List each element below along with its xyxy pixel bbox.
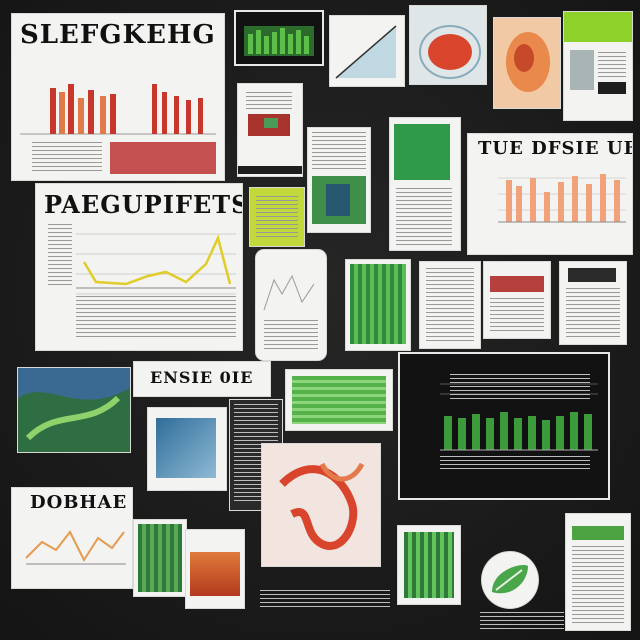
red-strip-card	[238, 84, 302, 176]
orange-illustration-card	[494, 18, 560, 108]
bottom-caption-2	[480, 612, 564, 630]
collage-board: SLEFGKEHG PAEGUPIFETS TUE DFSIE U ENSIE …	[0, 0, 640, 640]
green-bar-chart-card	[400, 354, 608, 498]
green-grass-card	[346, 260, 410, 350]
landscape-image-card	[18, 368, 130, 452]
bottom-caption	[260, 590, 390, 610]
blue-swatch-card	[148, 408, 226, 490]
bar-group	[50, 84, 203, 134]
green-panel-card	[390, 118, 460, 250]
green-grass-card-bottom	[134, 520, 186, 596]
bar-chart-card-right: TUE DFSIE UBBE	[468, 134, 632, 254]
leaf-icon	[492, 565, 528, 594]
green-blue-card	[308, 128, 370, 232]
red-illustration-card	[410, 6, 486, 84]
mini-bar-chart	[244, 26, 314, 56]
bar-chart-card-top-left: SLEFGKEHG	[12, 14, 224, 180]
orange-sunset-card	[186, 530, 244, 608]
red-panel	[110, 142, 216, 174]
anatomy-image-card	[262, 444, 380, 566]
green-grass-card-middle	[398, 526, 460, 604]
strip-heading: ENSIE 0IE	[150, 368, 254, 387]
bottom-right-card	[566, 514, 630, 630]
leaf-drawing-card	[482, 552, 538, 608]
phone-chart-card	[256, 250, 326, 360]
green-mini-chart-card	[236, 12, 322, 64]
trend-line	[82, 234, 232, 286]
bar-chart	[498, 174, 626, 223]
text-card-middle	[420, 262, 480, 348]
yellow-note-card	[250, 188, 304, 246]
line-chart-card: PAEGUPIFETSA	[36, 184, 242, 350]
red-band-card	[484, 262, 550, 338]
dark-info-card	[560, 262, 626, 344]
heart-anatomy-icon	[279, 462, 365, 550]
text-lines	[32, 142, 102, 172]
line-chart	[25, 530, 126, 565]
mini-line-chart-card: DOBHAE	[12, 488, 132, 588]
lime-info-card	[564, 12, 632, 120]
sketch-card	[330, 16, 404, 86]
green-striped-card	[286, 370, 392, 430]
strip-label-card: ENSIE 0IE	[134, 362, 270, 396]
